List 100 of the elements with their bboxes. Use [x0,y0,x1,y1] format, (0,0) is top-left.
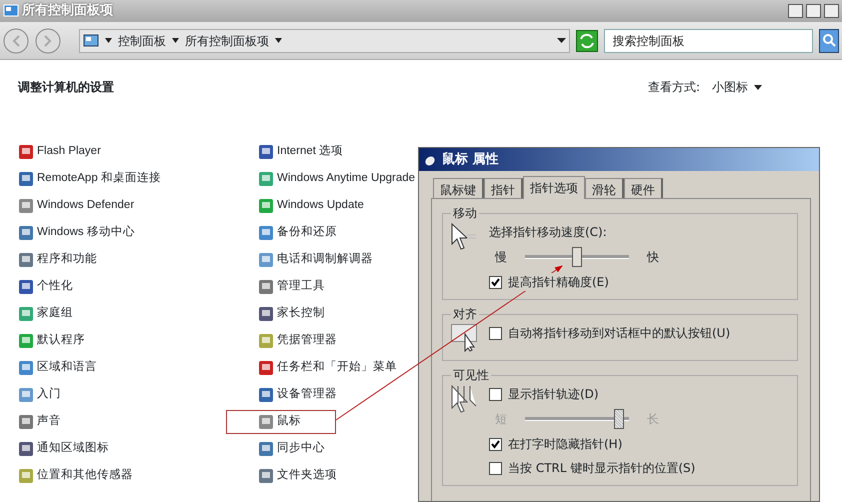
control-panel-item[interactable]: 文件夹选项 [258,462,337,489]
app-icon [18,440,34,456]
control-panel-item[interactable]: Windows 移动中心 [18,219,135,246]
app-icon [18,198,34,214]
app-icon [18,278,34,294]
control-panel-item[interactable]: 备份和还原 [258,219,337,246]
checkbox-label[interactable]: 显示指针轨迹(D) [508,385,599,403]
app-icon [258,224,274,240]
control-panel-item[interactable]: Internet 选项 [258,138,344,165]
breadcrumb-link[interactable]: 控制面板 [118,32,166,50]
app-icon [18,252,34,268]
tab[interactable]: 鼠标键 [433,178,484,198]
control-panel-item[interactable]: Flash Player [18,138,101,165]
search-button[interactable] [819,28,839,52]
app-icon [258,306,274,322]
app-icon [18,468,34,484]
window-minimize-button[interactable] [788,4,803,18]
control-panel-item[interactable]: RemoteApp 和桌面连接 [18,165,161,192]
control-panel-item[interactable]: 声音 [18,408,61,435]
control-panel-item[interactable]: Windows Update [258,192,364,219]
address-bar[interactable]: 控制面板 所有控制面板项 [79,28,570,52]
app-icon [258,332,274,348]
checkbox-label[interactable]: 在打字时隐藏指针(H) [508,435,622,453]
control-panel-item[interactable]: 个性化 [18,273,73,300]
dropdown-caret-icon[interactable] [556,38,566,43]
app-icon [18,306,34,322]
control-panel-item[interactable]: 位置和其他传感器 [18,462,133,489]
tab[interactable]: 指针 [484,178,523,198]
app-icon [18,170,34,186]
cursor-speed-icon [451,223,477,251]
control-panel-item[interactable]: 家庭组 [18,300,73,327]
control-panel-item[interactable]: Windows Anytime Upgrade [258,165,416,192]
pointer-trails-icon [451,385,477,413]
view-by-label: 查看方式: [648,79,700,96]
view-mode-dropdown[interactable]: 小图标 [712,78,762,96]
slider-max-label: 长 [647,411,659,428]
app-icon [258,170,274,186]
snap-button-icon [451,324,477,352]
app-icon [18,386,34,402]
checkbox[interactable] [489,388,502,400]
dialog-title: 鼠标 属性 [442,150,499,169]
app-icon [18,360,34,376]
group-title: 移动 [452,207,478,219]
caret-icon [754,84,762,90]
control-panel-item[interactable]: 同步中心 [258,435,325,462]
app-icon [18,224,34,240]
window-title: 所有控制面板项 [22,2,113,20]
app-icon [258,252,274,268]
checkbox[interactable] [489,462,502,474]
control-panel-item[interactable]: 入门 [18,381,61,408]
caret-icon [172,38,179,43]
window-maximize-button[interactable] [806,4,821,18]
group-title: 对齐 [452,308,478,320]
breadcrumb-link[interactable]: 所有控制面板项 [185,32,269,50]
window-close-button[interactable] [824,4,839,18]
app-icon [258,386,274,402]
search-field[interactable]: 搜索控制面板 [604,28,813,52]
tab[interactable]: 硬件 [624,178,663,198]
control-panel-item[interactable]: 设备管理器 [258,381,337,408]
control-panel-item[interactable]: 程序和功能 [18,246,97,273]
checkbox[interactable] [489,438,502,450]
app-icon [18,332,34,348]
slider-max-label: 快 [647,249,659,266]
tab[interactable]: 滑轮 [585,178,624,198]
app-icon [18,414,34,430]
window-icon [3,4,19,18]
control-panel-item[interactable]: 电话和调制解调器 [258,246,373,273]
slider-min-label: 短 [495,411,507,428]
control-panel-item[interactable]: 默认程序 [18,327,85,354]
app-icon [258,144,274,160]
page-heading: 调整计算机的设置 [18,79,114,96]
tab[interactable]: 指针选项 [523,176,585,199]
checkbox-label[interactable]: 当按 CTRL 键时显示指针的位置(S) [508,459,696,477]
control-panel-item[interactable]: 区域和语言 [18,354,97,381]
app-icon [258,198,274,214]
caret-icon [105,38,112,43]
control-panel-item[interactable]: Windows Defender [18,192,134,219]
app-icon [18,144,34,160]
control-panel-item[interactable]: 家长控制 [258,300,325,327]
slider-thumb[interactable] [572,247,582,267]
control-panel-item[interactable]: 鼠标 [226,410,336,434]
checkbox-label[interactable]: 自动将指针移动到对话框中的默认按钮(U) [508,324,730,342]
app-icon [258,360,274,376]
app-icon [258,440,274,456]
app-icon [258,414,274,430]
group-title: 可见性 [452,369,490,381]
checkbox[interactable] [489,276,502,288]
control-panel-icon [83,32,99,48]
back-button[interactable] [3,28,29,54]
checkbox[interactable] [489,326,502,340]
refresh-button[interactable] [576,30,598,52]
control-panel-item[interactable]: 通知区域图标 [18,435,109,462]
control-panel-item[interactable]: 任务栏和「开始」菜单 [258,354,397,381]
app-icon [258,278,274,294]
control-panel-item[interactable]: 管理工具 [258,273,325,300]
forward-button[interactable] [35,28,61,54]
slider-min-label: 慢 [495,249,507,266]
control-panel-item[interactable]: 凭据管理器 [258,327,337,354]
checkbox-label[interactable]: 提高指针精确度(E) [508,273,609,291]
app-icon [258,468,274,484]
